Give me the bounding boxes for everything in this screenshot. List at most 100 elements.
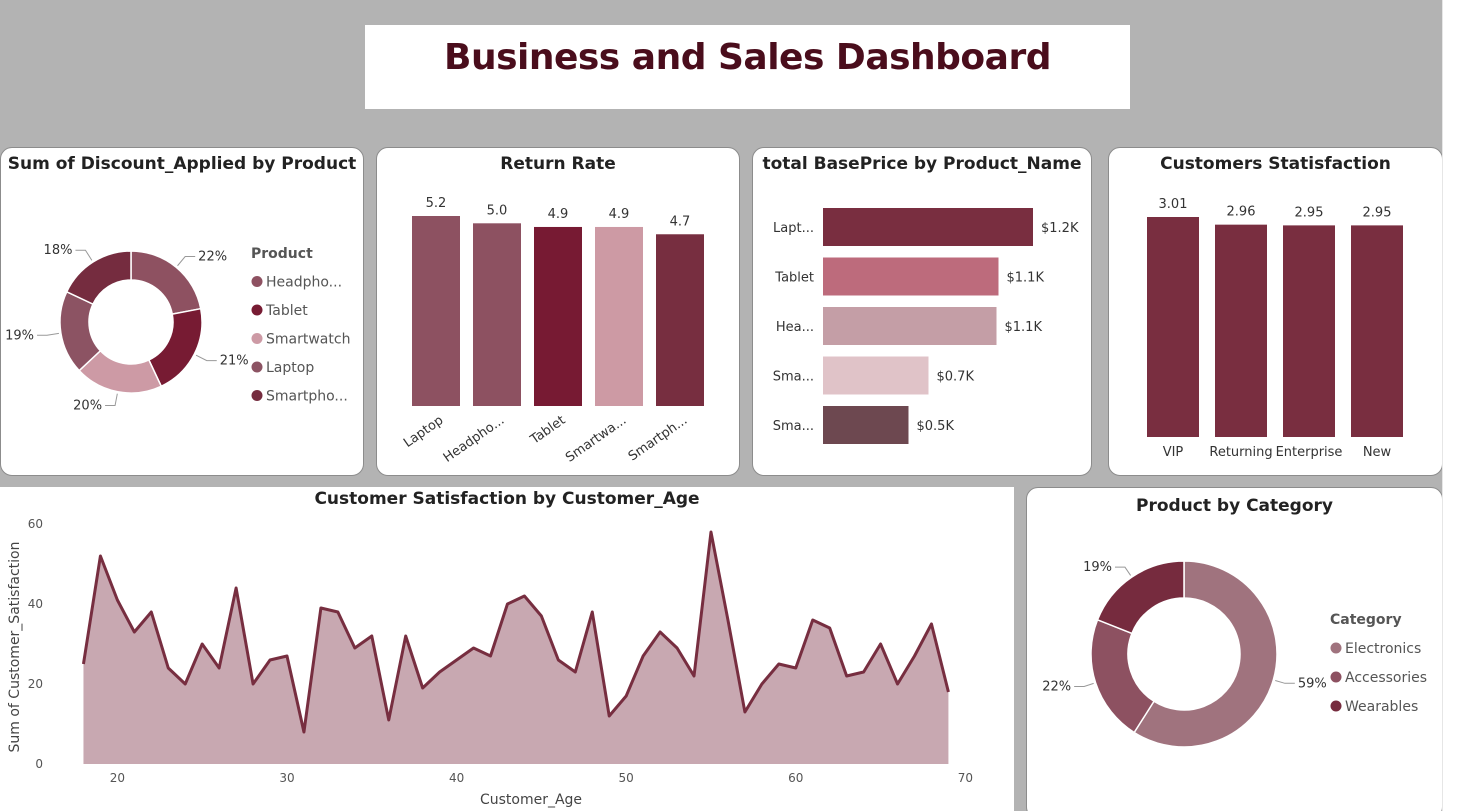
legend-item: Headpho... [266,275,342,291]
legend-item: Laptop [266,360,314,376]
baseprice-bar [823,307,997,345]
x-tick-label: 60 [788,771,803,785]
return-rate-value-label: 4.9 [609,207,630,222]
satisfaction-category-label: Returning [1209,445,1272,460]
return-rate-value-label: 4.7 [670,214,691,229]
slice-pct-label: 20% [73,398,102,413]
baseprice-category-label: Lapt... [773,221,814,236]
x-tick-label: 40 [449,771,464,785]
baseprice-bar [823,406,909,444]
slice-leader-line [37,332,59,336]
x-tick-label: 20 [110,771,125,785]
slice-tablet [147,307,203,388]
satisfaction-category-label: New [1363,445,1392,460]
return-rate-value-label: 5.0 [487,203,508,218]
slice-leader-line [177,256,196,267]
return-rate-value-label: 4.9 [548,207,569,222]
legend-item: Smartpho... [266,389,348,405]
y-tick-label: 0 [35,757,43,771]
baseprice-value-label: $1.1K [1005,320,1043,335]
legend-item: Electronics [1345,641,1421,657]
age-card[interactable]: Customer Satisfaction by Customer_Age 02… [0,487,1014,811]
return-rate-category-label: Laptop [401,413,446,451]
discount-card[interactable]: Sum of Discount_Applied by Product 22% 21… [0,147,364,476]
slice-accessories [1090,618,1156,734]
slice-pct-label: 59% [1298,676,1327,691]
legend-item: Tablet [265,303,308,319]
slice-leader-line [1074,682,1094,687]
dashboard-title: Business and Sales Dashboard [444,37,1051,78]
slice-pct-label: 21% [220,354,249,369]
return-rate-bar [412,216,460,406]
baseprice-value-label: $0.5K [917,419,955,434]
return-rate-category-label: Headpho... [441,413,507,466]
return-rate-value-label: 5.2 [426,196,447,211]
satisfaction-category-label: VIP [1163,445,1184,460]
baseprice-bar [823,208,1033,246]
slice-smartpho [65,250,132,306]
satisfaction-bar [1351,225,1403,437]
slice-leader-line [1114,566,1132,576]
baseprice-value-label: $1.1K [1007,271,1045,286]
baseprice-category-label: Tablet [774,271,814,286]
satisfaction-value-label: 2.95 [1295,205,1324,220]
vertical-scrollbar[interactable] [1442,0,1459,811]
y-tick-label: 60 [28,517,43,531]
return-rate-bar-chart: 5.2 Laptop 5.0 Headpho... 4.9 Tablet 4.9 Smartw… [401,196,704,466]
satisfaction-value-label: 2.95 [1363,205,1392,220]
y-axis-label: Sum of Customer_Satisfaction [7,542,23,753]
legend-swatch [251,361,263,373]
satisfaction-card[interactable]: Customers Statisfaction 3.01 VIP 2.96 Retur… [1108,147,1442,476]
slice-leader-line [75,249,93,261]
baseprice-bar [823,257,999,296]
return-rate-category-label: Smartwa... [563,413,629,466]
x-tick-label: 50 [619,771,634,785]
slice-leader-line [195,354,217,362]
baseprice-category-label: Sma... [773,370,814,385]
satisfaction-bar [1215,224,1267,437]
dashboard-canvas: Business and Sales Dashboard Sum of Disc… [0,0,1442,811]
legend-swatch [251,390,263,401]
legend-swatch [1330,700,1342,712]
x-tick-label: 70 [958,771,973,785]
satisfaction-category-label: Enterprise [1276,445,1343,460]
satisfaction-bar [1147,217,1199,437]
legend-title: Product [251,246,313,262]
y-tick-label: 20 [28,677,43,691]
legend-swatch [251,276,263,287]
return-rate-category-label: Tablet [527,413,568,448]
slice-pct-label: 19% [1083,560,1112,575]
age-area-fill [83,532,949,764]
legend-swatch [1330,642,1342,654]
legend-swatch [251,304,263,316]
slice-pct-label: 22% [1042,679,1071,694]
slice-pct-label: 18% [44,243,73,258]
legend-swatch [251,333,263,344]
return-rate-bar [656,234,704,406]
return-rate-category-label: Smartph... [626,413,690,464]
legend-item: Wearables [1345,699,1418,715]
legend-swatch [1330,671,1342,683]
baseprice-card[interactable]: total BasePrice by Product_Name Lapt... $… [752,147,1092,476]
discount-donut-chart: 22% 21% 20% 19% 18% Product Headpho... Tablet Sm… [5,243,350,413]
category-card[interactable]: Product by Category 59% 22% 19% Category Ele… [1026,487,1442,811]
age-area-chart: 0 20 40 60 20 30 40 50 60 70 Customer_Age Sum of Cu… [7,517,973,808]
baseprice-value-label: $0.7K [937,370,975,385]
category-donut-chart: 59% 22% 19% Category Electronics Accessories W… [1042,560,1427,748]
return-rate-card[interactable]: Return Rate 5.2 Laptop 5.0 Headpho... 4.9 Tab… [376,147,740,476]
baseprice-category-label: Hea... [776,320,814,335]
satisfaction-value-label: 2.96 [1227,205,1256,220]
return-rate-bar [473,223,521,406]
slice-leader-line [105,393,118,406]
x-tick-label: 30 [279,771,294,785]
baseprice-bar [823,356,929,395]
legend-item: Accessories [1345,670,1427,686]
dashboard-title-box: Business and Sales Dashboard [365,25,1130,109]
satisfaction-value-label: 3.01 [1159,197,1188,212]
legend-item: Smartwatch [266,332,350,348]
return-rate-bar [595,226,643,406]
satisfaction-bar [1283,225,1335,437]
baseprice-value-label: $1.2K [1041,221,1079,236]
slice-headpho [130,250,202,316]
slice-pct-label: 22% [198,250,227,265]
